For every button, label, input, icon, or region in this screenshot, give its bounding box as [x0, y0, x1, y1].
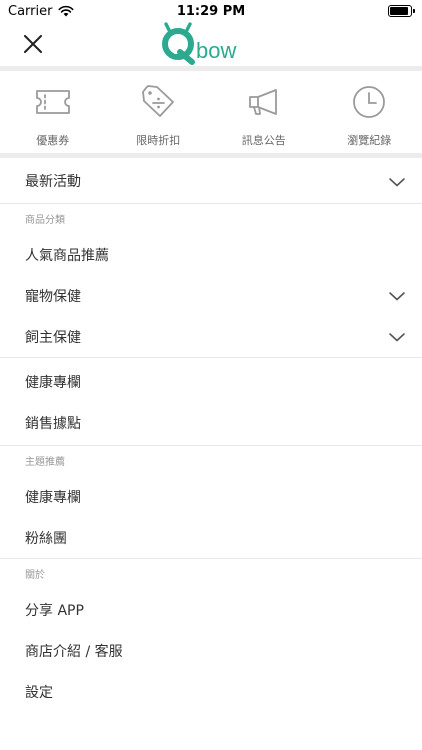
quick-announcement-label: 訊息公告 [241, 134, 286, 147]
quick-announcement[interactable]: 訊息公告 [211, 71, 317, 153]
menu-store-intro-label: 商店介紹 / 客服 [25, 643, 123, 660]
separator [0, 357, 422, 358]
section-header-about: 關於 [25, 570, 45, 581]
menu-owner-health[interactable]: 飼主保健 [0, 316, 422, 357]
battery-icon [388, 5, 415, 17]
menu-fan-club[interactable]: 粉絲團 [0, 517, 422, 558]
menu: 最新活動 商品分類 人氣商品推薦 寵物保健 飼主保健 健康專欄 銷售據點 主題推… [0, 158, 422, 712]
menu-latest-label: 最新活動 [25, 173, 81, 190]
menu-pet-health[interactable]: 寵物保健 [0, 275, 422, 316]
menu-owner-health-label: 飼主保健 [25, 329, 81, 346]
menu-health-column-label: 健康專欄 [25, 374, 81, 391]
carrier-label: Carrier [8, 3, 53, 19]
menu-theme-health-column-label: 健康專欄 [25, 489, 81, 506]
price-tag-icon [142, 85, 175, 117]
status-left: Carrier [8, 4, 74, 19]
quick-discount-label: 限時折扣 [136, 134, 181, 147]
ticket-icon [35, 90, 70, 114]
menu-theme-health-column[interactable]: 健康專欄 [0, 476, 422, 517]
quick-actions: 優惠券 限時折扣 訊息公告 瀏覽紀錄 [0, 71, 422, 153]
battery-fill [390, 7, 408, 15]
logo-text: bow [196, 38, 236, 63]
chevron-down-icon [389, 292, 405, 301]
quick-coupon[interactable]: 優惠券 [0, 71, 106, 153]
close-icon [24, 35, 42, 53]
menu-sales-points-label: 銷售據點 [25, 415, 81, 432]
menu-popular-label: 人氣商品推薦 [25, 247, 109, 264]
quick-history-label: 瀏覽紀錄 [347, 134, 392, 147]
quick-discount[interactable]: 限時折扣 [106, 71, 212, 153]
close-button[interactable] [20, 31, 46, 57]
menu-pet-health-label: 寵物保健 [25, 288, 81, 305]
menu-settings[interactable]: 設定 [0, 671, 422, 712]
menu-latest-activities[interactable]: 最新活動 [0, 158, 422, 203]
header: bow [0, 22, 422, 66]
menu-sales-points[interactable]: 銷售據點 [0, 402, 422, 443]
clock-icon [353, 86, 386, 118]
menu-settings-label: 設定 [25, 684, 53, 701]
menu-popular-products[interactable]: 人氣商品推薦 [0, 234, 422, 275]
menu-store-intro[interactable]: 商店介紹 / 客服 [0, 630, 422, 671]
menu-share-app-label: 分享 APP [25, 602, 84, 619]
qbow-logo: bow [162, 22, 236, 65]
section-header-theme: 主題推薦 [25, 457, 65, 468]
quick-coupon-label: 優惠券 [36, 134, 70, 147]
wifi-icon [58, 5, 74, 17]
menu-fan-club-label: 粉絲團 [25, 530, 67, 547]
chevron-down-icon [389, 333, 405, 342]
chevron-down-icon [389, 178, 405, 187]
megaphone-icon [248, 89, 277, 115]
quick-history[interactable]: 瀏覽紀錄 [317, 71, 422, 153]
menu-share-app[interactable]: 分享 APP [0, 589, 422, 630]
menu-health-column[interactable]: 健康專欄 [0, 361, 422, 402]
section-header-categories: 商品分類 [25, 215, 65, 226]
status-bar: Carrier 11:29 PM [0, 0, 422, 22]
